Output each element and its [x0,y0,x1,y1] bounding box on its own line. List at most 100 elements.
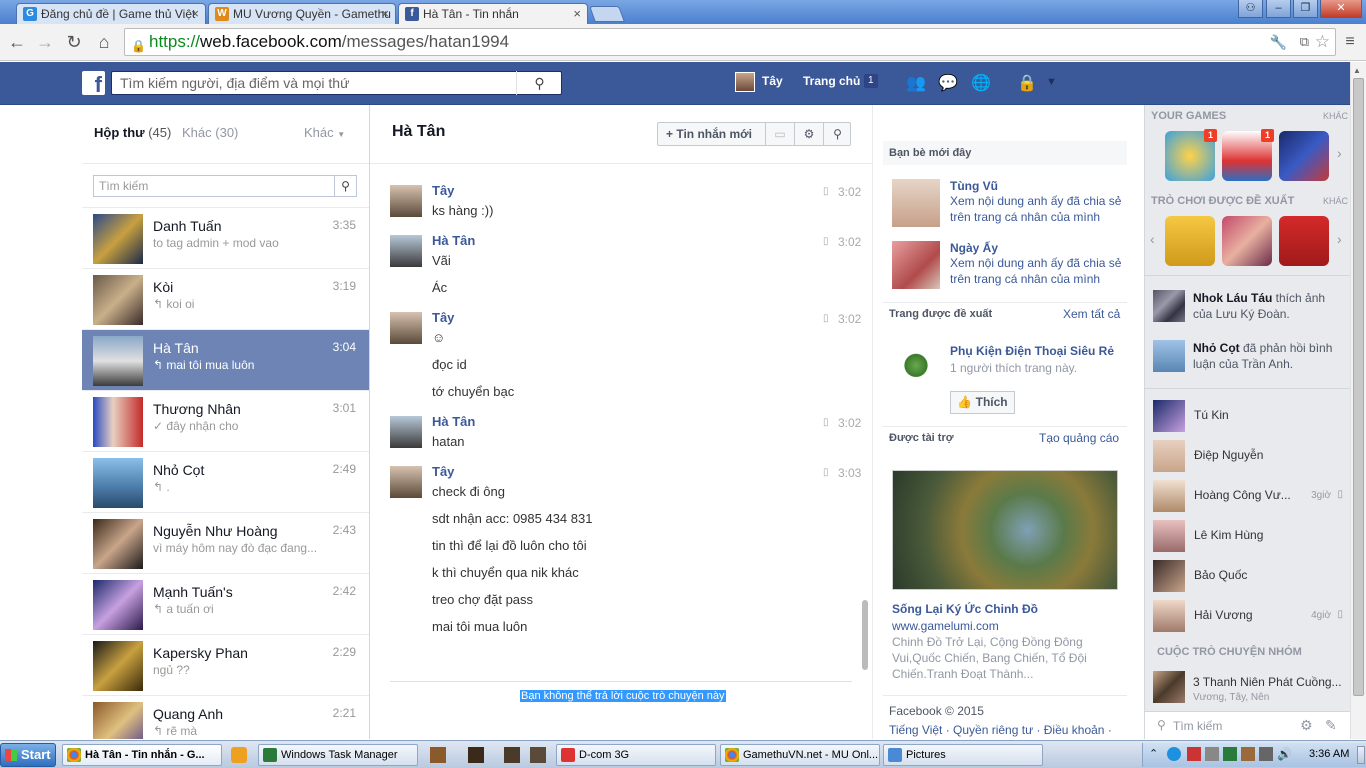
conversation-item[interactable]: Quang Anh 2:21 ↰ rẽ mà [82,696,369,739]
taskbar-item-dcom[interactable]: D-com 3G [556,744,716,766]
recent-friend-item[interactable]: Tùng Vũ Xem nội dung anh ấy đã chia sẻ t… [950,179,1125,225]
taskbar-item-gamethu[interactable]: GamethuVN.net - MU Onl... [720,744,880,766]
close-icon[interactable]: × [191,4,199,24]
forward-icon[interactable]: → [33,30,57,54]
search-icon[interactable]: ⚲ [516,71,562,95]
like-button[interactable]: 👍 Thích [950,391,1015,414]
games-more-link[interactable]: KHÁC [1323,111,1348,121]
recent-friend-item[interactable]: Ngày Ấy Xem nội dung anh ấy đã chia sẻ t… [950,241,1125,287]
thread-scrollbar[interactable] [862,600,868,670]
chevron-right-icon[interactable]: › [1337,231,1342,247]
page-logo-image[interactable] [892,342,940,394]
tray-icon[interactable] [1223,747,1237,761]
activity-item[interactable]: Nhỏ Cọt đã phản hồi bình luận của Trần A… [1193,340,1343,372]
conversation-item[interactable]: Danh Tuấn 3:35 to tag admin + mod vao [82,208,369,269]
conversation-item[interactable]: Nguyễn Như Hoàng 2:43 vì máy hôm nay đò đạ… [82,513,369,574]
close-icon[interactable]: × [381,4,389,24]
conversation-item[interactable]: Nhỏ Cọt 2:49 ↰ . [82,452,369,513]
avatar[interactable] [390,312,422,344]
game-launcher-icon[interactable] [430,747,446,763]
conversation-item[interactable]: Kapersky Phan 2:29 ngủ ?? [82,635,369,696]
ad-title[interactable]: Sống Lại Ký Ức Chinh Đồ [892,602,1038,616]
chevron-up-icon[interactable]: ⌃ [1149,747,1158,760]
friend-name[interactable]: Tùng Vũ [950,179,1125,193]
avatar[interactable] [1153,340,1185,372]
scrollbar-thumb[interactable] [1353,78,1364,696]
translate-icon[interactable]: ⧉ [1300,29,1309,55]
conversation-item[interactable]: Mạnh Tuấn's 2:42 ↰ a tuấn ơi [82,574,369,635]
facebook-search-input[interactable]: Tìm kiếm người, địa điểm và mọi thứ [111,71,562,95]
video-call-icon[interactable]: ▭ [766,123,795,145]
taskbar-item-chrome[interactable]: Hà Tân - Tin nhắn - G... [62,744,222,766]
mu-game-icon[interactable] [530,747,546,763]
avatar[interactable] [390,466,422,498]
page-name[interactable]: Phụ Kiện Điện Thoại Siêu Rẻ [950,343,1120,359]
media-player-icon[interactable] [231,747,247,763]
gear-icon[interactable]: ⚙ [1300,717,1313,734]
scroll-up-icon[interactable]: ▲ [1353,66,1361,75]
tray-icon[interactable] [1167,747,1181,761]
chevron-right-icon[interactable]: › [1337,145,1342,161]
start-button[interactable]: Start [0,743,56,767]
see-all-link[interactable]: Xem tất cả [1063,307,1120,321]
home-link[interactable]: Trang chủ [803,74,860,88]
footer-links[interactable]: Tiếng Việt · Quyền riêng tư · Điều khoản… [889,723,1112,737]
activity-item[interactable]: Nhok Láu Táu thích ảnh của Lưu Ký Đoàn. [1193,290,1343,322]
ad-image[interactable] [892,470,1118,590]
new-tab-button[interactable] [589,6,625,22]
game-robot-icon[interactable] [1279,131,1329,181]
mu-game-icon[interactable] [468,747,484,763]
conversation-item[interactable]: Hà Tân 3:04 ↰ mai tôi mua luôn [82,330,369,391]
browser-tab-gamethu[interactable]: G Đăng chủ đề | Game thủ Việt × [16,3,206,24]
inbox-search-input[interactable]: Tìm kiếm ⚲ [93,175,357,197]
avatar[interactable] [1153,290,1185,322]
conversation-item[interactable]: Thương Nhân 3:01 ✓ đây nhận cho [82,391,369,452]
contact-item[interactable]: Lê Kim Hùng [1153,519,1343,553]
game-sunglasses-icon[interactable] [1165,216,1215,266]
home-icon[interactable]: ⌂ [92,30,116,54]
back-icon[interactable]: ← [5,30,29,54]
browser-tab-facebook[interactable]: f Hà Tân - Tin nhắn × [398,3,588,24]
more-dropdown[interactable]: Khác ▼ [304,125,345,140]
privacy-lock-icon[interactable]: 🔒 [1017,73,1037,93]
ad-url[interactable]: www.gamelumi.com [892,619,999,633]
group-chat-name[interactable]: 3 Thanh Niên Phát Cuồng... [1193,675,1343,689]
avatar[interactable] [390,185,422,217]
bookmark-star-icon[interactable]: ☆ [1315,29,1330,55]
minimize-button[interactable]: ‒ [1266,0,1291,18]
suggested-more-link[interactable]: KHÁC [1323,196,1348,206]
avatar[interactable] [390,416,422,448]
contact-item[interactable]: Điệp Nguyễn [1153,439,1343,473]
address-bar[interactable]: 🔒 https://web.facebook.com/messages/hata… [124,28,1336,56]
tray-icon[interactable] [1205,747,1219,761]
message-sender[interactable]: Tây [432,183,454,198]
restore-button[interactable]: ❐ [1293,0,1318,18]
reload-icon[interactable]: ↻ [62,30,86,54]
avatar[interactable] [1153,671,1185,703]
avatar[interactable] [892,179,940,227]
volume-icon[interactable]: 🔊 [1277,747,1292,761]
search-icon[interactable]: ⚲ [824,123,851,145]
page-scrollbar[interactable]: ▲ [1350,62,1366,739]
contact-item[interactable]: Tú Kin [1153,399,1343,433]
profile-link[interactable]: Tây [762,74,783,88]
avatar[interactable] [735,72,755,92]
chevron-left-icon[interactable]: ‹ [1150,231,1155,247]
profile-icon[interactable]: ⚇ [1238,0,1263,18]
close-icon[interactable]: × [573,4,581,24]
new-message-icon[interactable]: ✎ [1325,717,1337,734]
new-message-button[interactable]: + Tin nhắn mới [658,123,766,145]
friend-name[interactable]: Ngày Ấy [950,241,1125,255]
browser-tab-mu[interactable]: W MU Vương Quyền - Gamethu × [208,3,396,24]
conversation-item[interactable]: Kòi 3:19 ↰ koi oi [82,269,369,330]
contact-item[interactable]: Bảo Quốc [1153,559,1343,593]
game-anime-icon[interactable] [1222,216,1272,266]
message-sender[interactable]: Hà Tân [432,233,475,248]
tab-other[interactable]: Khác (30) [182,125,238,140]
network-icon[interactable] [1259,747,1273,761]
gear-icon[interactable]: ⚙ [795,123,824,145]
notifications-globe-icon[interactable]: 🌐 [971,73,991,93]
message-sender[interactable]: Tây [432,464,454,479]
message-sender[interactable]: Tây [432,310,454,325]
menu-icon[interactable]: ≡ [1338,30,1362,54]
